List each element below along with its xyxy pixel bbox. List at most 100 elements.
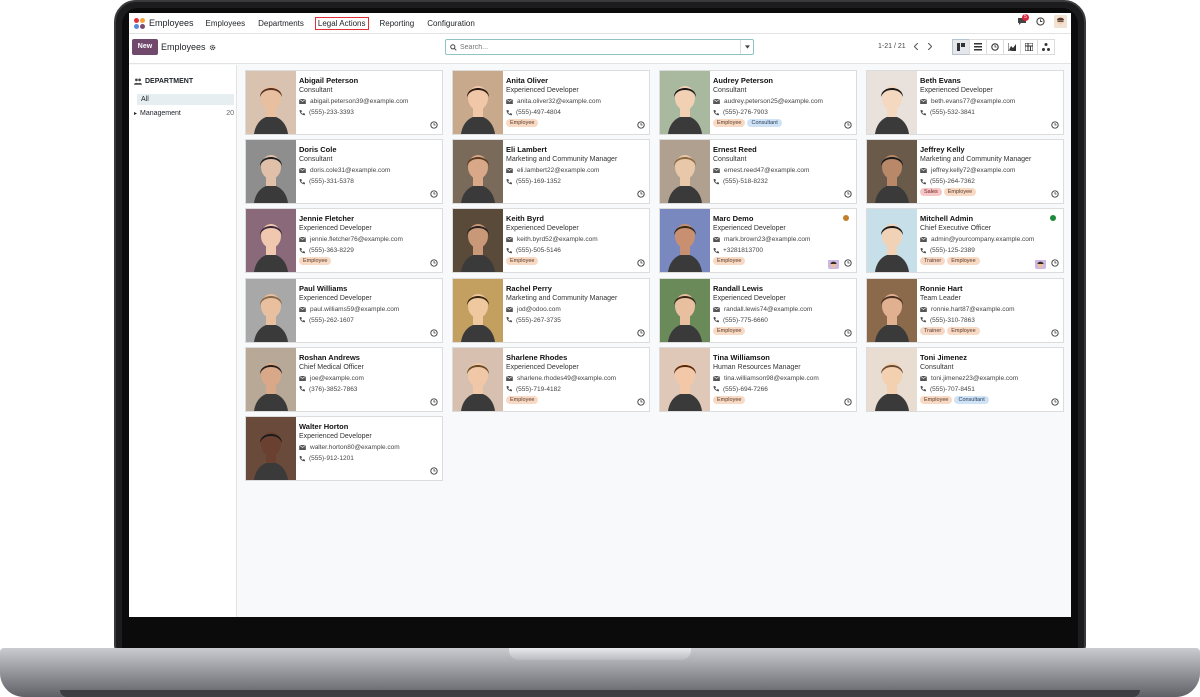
employee-email[interactable]: beth.evans77@example.com <box>931 96 1015 107</box>
employee-email[interactable]: anita.oliver32@example.com <box>517 96 601 107</box>
activity-clock-icon[interactable] <box>637 398 645 406</box>
employee-card[interactable]: Eli Lambert Marketing and Community Manag… <box>452 139 650 205</box>
employee-phone[interactable]: (555)-719-4182 <box>516 384 561 395</box>
new-button[interactable]: New <box>132 39 158 55</box>
employee-phone[interactable]: (555)-518-8232 <box>723 176 768 187</box>
employee-phone[interactable]: (555)-707-8451 <box>930 384 975 395</box>
employee-card[interactable]: Rachel Perry Marketing and Community Mana… <box>452 277 650 343</box>
employees-app-icon[interactable] <box>134 17 145 29</box>
activity-clock-icon[interactable] <box>430 190 438 198</box>
employee-phone[interactable]: (555)-310-7863 <box>930 315 975 326</box>
pager-value[interactable]: 1-21 / 21 <box>878 43 906 50</box>
activity-clock-icon[interactable] <box>844 121 852 129</box>
employee-card[interactable]: Jeffrey Kelly Marketing and Community Man… <box>866 139 1064 205</box>
employee-phone[interactable]: (555)-276-7903 <box>723 107 768 118</box>
employee-card[interactable]: Walter Horton Experienced Developer walter… <box>245 416 443 481</box>
activity-clock-icon[interactable] <box>844 328 852 337</box>
menu-configuration[interactable]: Configuration <box>425 18 477 29</box>
user-avatar[interactable] <box>1054 15 1067 28</box>
employee-card[interactable]: Anita Oliver Experienced Developer anita.o… <box>452 70 650 135</box>
employee-phone[interactable]: (555)-532-3841 <box>930 107 975 118</box>
employee-email[interactable]: toni.jimenez23@example.com <box>931 373 1018 384</box>
employee-card[interactable]: Tina Williamson Human Resources Manager ti… <box>659 346 857 412</box>
chat-icon[interactable]: 5 <box>1017 14 1029 26</box>
related-user-avatar[interactable] <box>828 258 839 270</box>
employee-email[interactable]: audrey.peterson25@example.com <box>724 96 823 107</box>
employee-card[interactable]: Abigail Peterson Consultant abigail.peters… <box>245 70 443 135</box>
activity-clock-icon[interactable] <box>1036 17 1045 26</box>
employee-card[interactable]: Ronnie Hart Team Leader ronnie.hart87@exam… <box>866 277 1064 343</box>
employee-card[interactable]: Beth Evans Experienced Developer beth.evan… <box>866 70 1064 135</box>
activity-clock-icon[interactable] <box>637 190 645 198</box>
menu-employees[interactable]: Employees <box>204 18 248 29</box>
employee-phone[interactable]: (555)-775-6660 <box>723 315 768 326</box>
activity-clock-icon[interactable] <box>1051 398 1059 406</box>
pivot-view-button[interactable] <box>1020 39 1038 55</box>
employee-card[interactable]: Marc Demo Experienced Developer mark.brown… <box>659 208 857 274</box>
employee-card[interactable]: Randall Lewis Experienced Developer randal… <box>659 277 857 343</box>
sidebar-item-all[interactable]: All <box>137 94 234 105</box>
employee-card[interactable]: Ernest Reed Consultant ernest.reed47@examp… <box>659 139 857 205</box>
employee-phone[interactable]: (555)-267-3735 <box>516 315 561 326</box>
employee-phone[interactable]: (555)-233-3393 <box>309 107 354 118</box>
employee-card[interactable]: Roshan Andrews Chief Medical Officer joe@e… <box>245 346 443 412</box>
employee-email[interactable]: tina.williamson98@example.com <box>724 373 819 384</box>
activity-clock-icon[interactable] <box>637 259 645 268</box>
employee-phone[interactable]: (555)-262-1607 <box>309 315 354 326</box>
activity-clock-icon[interactable] <box>430 259 438 268</box>
menu-legal-actions[interactable]: Legal Actions <box>314 16 369 30</box>
employee-email[interactable]: mark.brown23@example.com <box>724 234 810 245</box>
related-user-avatar[interactable] <box>1035 258 1046 270</box>
activity-clock-icon[interactable] <box>430 467 438 475</box>
activity-clock-icon[interactable] <box>844 259 852 268</box>
activity-clock-icon[interactable] <box>1051 259 1059 268</box>
activity-clock-icon[interactable] <box>637 328 645 337</box>
activity-clock-icon[interactable] <box>844 398 852 406</box>
employee-phone[interactable]: (555)-331-5378 <box>309 176 354 187</box>
kanban-view-button[interactable] <box>952 39 970 55</box>
employee-email[interactable]: ernest.reed47@example.com <box>724 165 809 176</box>
employee-email[interactable]: paul.williams59@example.com <box>310 304 399 315</box>
employee-phone[interactable]: (555)-264-7362 <box>930 176 975 187</box>
employee-phone[interactable]: +3281813700 <box>723 245 763 256</box>
activity-clock-icon[interactable] <box>1051 121 1059 129</box>
menu-reporting[interactable]: Reporting <box>378 18 417 29</box>
employee-phone[interactable]: (555)-169-1352 <box>516 176 561 187</box>
activity-clock-icon[interactable] <box>430 328 438 337</box>
graph-view-button[interactable] <box>1003 39 1021 55</box>
employee-email[interactable]: randall.lewis74@example.com <box>724 304 812 315</box>
search-options-toggle[interactable] <box>740 40 753 54</box>
employee-email[interactable]: abigail.peterson39@example.com <box>310 96 408 107</box>
employee-phone[interactable]: (555)-694-7266 <box>723 384 768 395</box>
search-input[interactable] <box>457 41 740 53</box>
sidebar-item-management[interactable]: ▸ Management 20 <box>134 110 234 117</box>
employee-phone[interactable]: (555)-505-5146 <box>516 245 561 256</box>
app-name[interactable]: Employees <box>149 18 194 28</box>
employee-email[interactable]: sharlene.rhodes49@example.com <box>517 373 616 384</box>
employee-card[interactable]: Mitchell Admin Chief Executive Officer adm… <box>866 208 1064 274</box>
activity-clock-icon[interactable] <box>430 121 438 129</box>
employee-email[interactable]: eli.lambert22@example.com <box>517 165 599 176</box>
activity-view-button[interactable] <box>986 39 1004 55</box>
pager-next-icon[interactable] <box>927 43 932 50</box>
activity-clock-icon[interactable] <box>1051 328 1059 337</box>
employee-email[interactable]: admin@yourcompany.example.com <box>931 234 1034 245</box>
caret-right-icon[interactable]: ▸ <box>134 110 137 117</box>
employee-phone[interactable]: (555)-363-8229 <box>309 245 354 256</box>
employee-card[interactable]: Toni Jimenez Consultant toni.jimenez23@exa… <box>866 346 1064 412</box>
employee-email[interactable]: jeffrey.kelly72@example.com <box>931 165 1015 176</box>
activity-clock-icon[interactable] <box>637 121 645 129</box>
employee-email[interactable]: joe@example.com <box>310 373 364 384</box>
employee-email[interactable]: ronnie.hart87@example.com <box>931 304 1015 315</box>
employee-email[interactable]: jod@odoo.com <box>517 304 561 315</box>
activity-clock-icon[interactable] <box>430 398 438 406</box>
activity-clock-icon[interactable] <box>1051 190 1059 198</box>
pager-previous-icon[interactable] <box>913 43 919 50</box>
gear-icon[interactable] <box>209 44 216 51</box>
employee-card[interactable]: Doris Cole Consultant doris.cole31@example… <box>245 139 443 205</box>
employee-phone[interactable]: (555)-497-4804 <box>516 107 561 118</box>
employee-email[interactable]: walter.horton80@example.com <box>310 442 400 453</box>
hierarchy-view-button[interactable] <box>1037 39 1055 55</box>
employee-card[interactable]: Sharlene Rhodes Experienced Developer shar… <box>452 346 650 412</box>
employee-email[interactable]: doris.cole31@example.com <box>310 165 390 176</box>
